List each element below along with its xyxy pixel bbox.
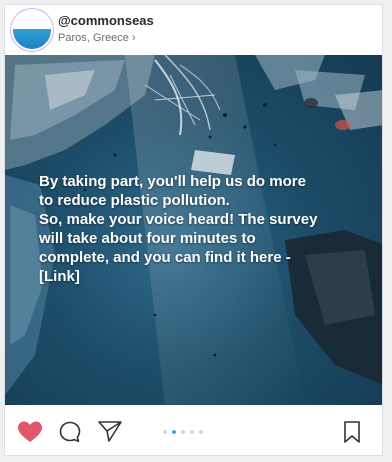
- chevron-right-icon: ›: [131, 32, 136, 44]
- caption-line: to reduce plastic pollution.: [39, 192, 230, 209]
- image-caption-text: By taking part, you'll help us do more t…: [39, 172, 359, 286]
- caption-line: complete, and you can find it here -: [39, 249, 291, 266]
- carousel-dot-active[interactable]: [172, 430, 176, 434]
- carousel-dot[interactable]: [199, 430, 203, 434]
- instagram-post-card: @commonseas Paros, Greece › By taking pa…: [4, 4, 383, 456]
- post-actions-bar: [5, 405, 382, 455]
- carousel-indicator: [163, 430, 203, 434]
- post-image: By taking part, you'll help us do more t…: [5, 55, 382, 405]
- avatar[interactable]: [13, 11, 51, 49]
- carousel-dot[interactable]: [181, 430, 185, 434]
- location-label: Paros, Greece: [58, 32, 129, 44]
- comment-icon[interactable]: [58, 420, 82, 444]
- caption-line: will take about four minutes to: [39, 230, 256, 247]
- send-icon[interactable]: [97, 419, 123, 444]
- username[interactable]: @commonseas: [58, 13, 154, 28]
- bookmark-icon[interactable]: [342, 420, 362, 444]
- caption-line: [Link]: [39, 268, 80, 285]
- caption-line: So, make your voice heard! The survey: [39, 211, 318, 228]
- post-header: @commonseas Paros, Greece ›: [5, 5, 382, 55]
- carousel-dot[interactable]: [163, 430, 167, 434]
- heart-icon[interactable]: [17, 420, 43, 444]
- caption-line: By taking part, you'll help us do more: [39, 173, 306, 190]
- carousel-dot[interactable]: [190, 430, 194, 434]
- location-link[interactable]: Paros, Greece ›: [58, 32, 136, 44]
